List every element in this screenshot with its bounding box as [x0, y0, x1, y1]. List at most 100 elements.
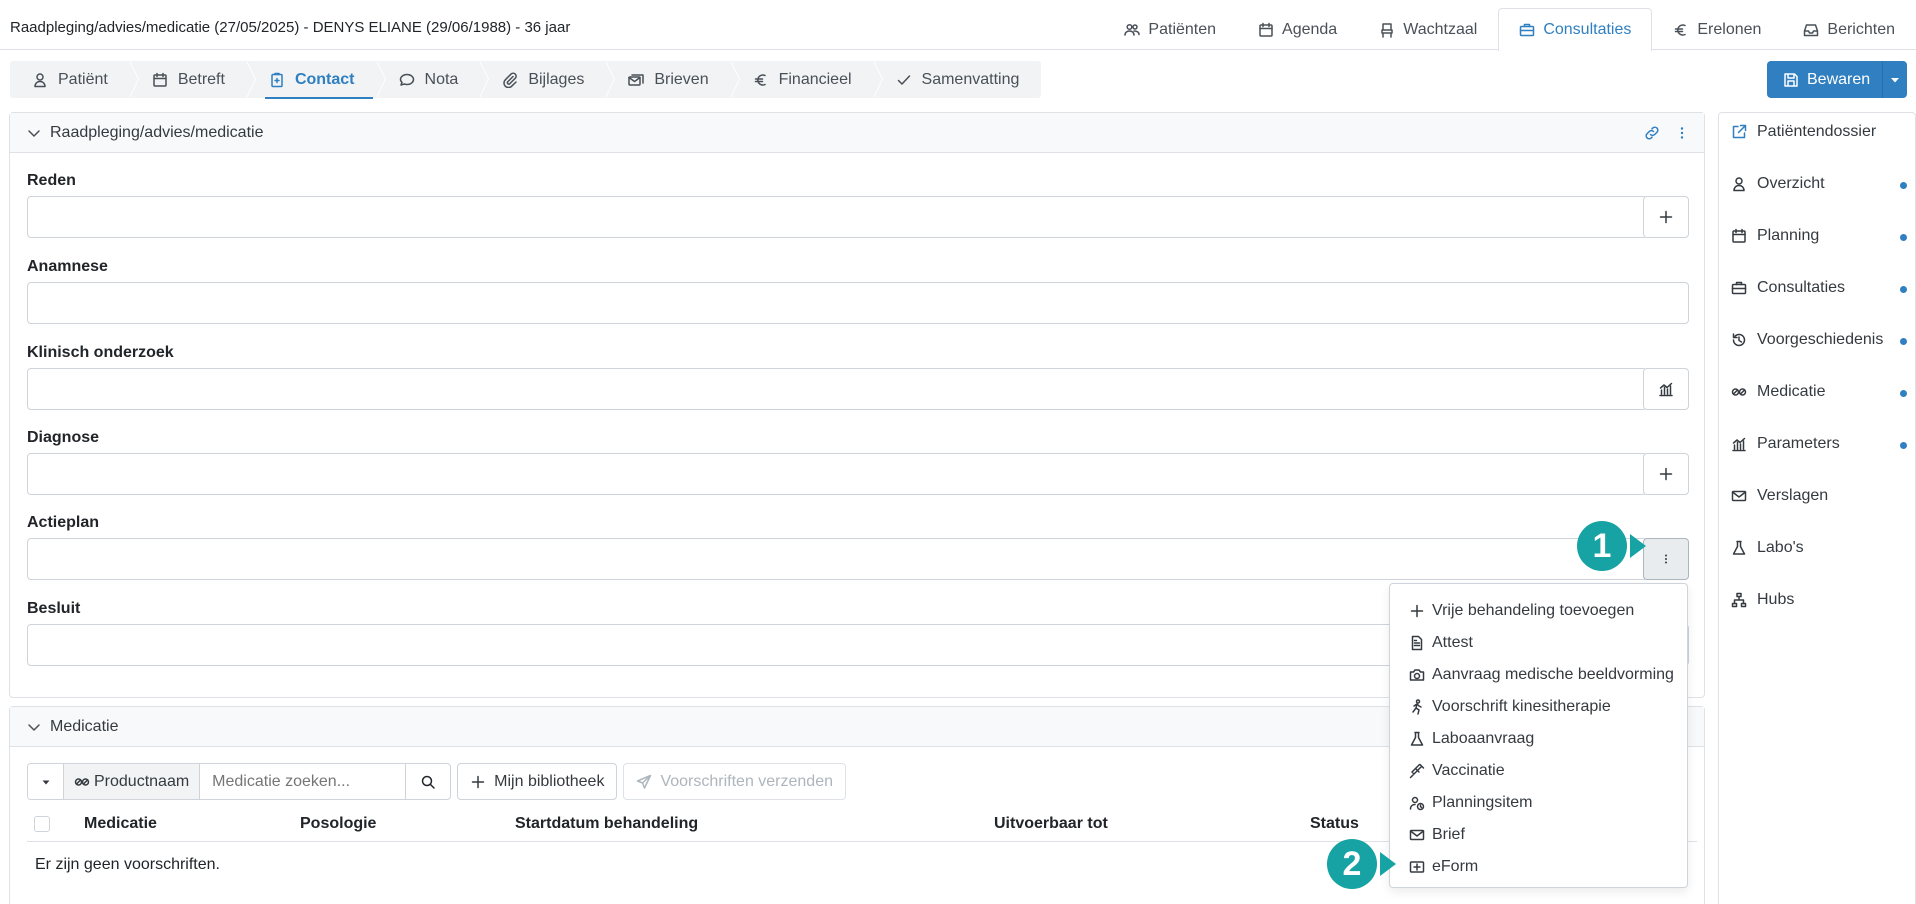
tab-nota[interactable]: Nota [377, 61, 490, 98]
sidebar-item-label: Planning [1757, 227, 1820, 244]
chevron-down-icon[interactable] [26, 719, 42, 735]
chart-icon [1658, 381, 1674, 397]
menu-item-beeldvorming[interactable]: Aanvraag medische beeldvorming [1390, 659, 1687, 691]
eform-icon [1409, 859, 1425, 875]
send-prescriptions-button[interactable]: Voorschriften verzenden [623, 763, 846, 800]
syringe-icon [1409, 763, 1425, 779]
nav-agenda[interactable]: Agenda [1237, 8, 1358, 50]
status-dot [1900, 390, 1907, 397]
productnaam-label: Productnaam [94, 772, 190, 790]
reden-add-button[interactable] [1643, 196, 1689, 238]
tab-financieel[interactable]: Financieel [731, 61, 883, 98]
sidebar-item-voorgeschiedenis[interactable]: Voorgeschiedenis [1731, 331, 1911, 349]
pills-icon [74, 774, 90, 790]
medication-search-input[interactable] [200, 764, 407, 799]
sidebar-item-consultaties[interactable]: Consultaties [1731, 279, 1911, 297]
nav-berichten[interactable]: Berichten [1782, 8, 1916, 50]
sidebar-item-overzicht[interactable]: Overzicht [1731, 175, 1911, 193]
sidebar-item-label: Patiëntendossier [1757, 123, 1877, 140]
hierarchy-icon [1731, 592, 1747, 608]
productnaam-selector[interactable]: Productnaam [64, 764, 201, 799]
sidebar-item-verslagen[interactable]: Verslagen [1731, 487, 1911, 505]
reden-label: Reden [27, 172, 76, 189]
link-icon[interactable] [1644, 125, 1660, 141]
document-icon [1409, 635, 1425, 651]
sidebar-item-label: Verslagen [1757, 487, 1829, 504]
menu-item-eform[interactable]: eForm [1390, 851, 1687, 883]
my-library-button[interactable]: Mijn bibliotheek [457, 763, 618, 800]
menu-item-label: Aanvraag medische beeldvorming [1432, 666, 1674, 683]
sidebar-item-hubs[interactable]: Hubs [1731, 591, 1911, 609]
briefcase-icon [1731, 280, 1747, 296]
more-vertical-icon[interactable] [1674, 125, 1690, 141]
calendar-icon [1731, 228, 1747, 244]
tab-patient[interactable]: Patiënt [10, 61, 139, 98]
save-button-group: Bewaren [1767, 61, 1908, 98]
sidebar-item-planning[interactable]: Planning [1731, 227, 1911, 245]
search-mode-toggle[interactable] [28, 764, 64, 799]
status-dot [1900, 182, 1907, 189]
sidebar-item-parameters[interactable]: Parameters [1731, 435, 1911, 453]
menu-item-label: Voorschrift kinesitherapie [1432, 698, 1611, 715]
nav-erelonen[interactable]: Erelonen [1652, 8, 1782, 50]
consult-panel-header[interactable]: Raadpleging/advies/medicatie [10, 113, 1704, 153]
status-dot [1900, 442, 1907, 449]
tab-label: Betreft [177, 70, 225, 88]
menu-item-kinesitherapie[interactable]: Voorschrift kinesitherapie [1390, 691, 1687, 723]
sidebar-item-labos[interactable]: Labo's [1731, 539, 1911, 557]
menu-item-laboaanvraag[interactable]: Laboaanvraag [1390, 723, 1687, 755]
my-library-label: Mijn bibliotheek [494, 772, 605, 790]
menu-item-vaccinatie[interactable]: Vaccinatie [1390, 755, 1687, 787]
menu-item-attest[interactable]: Attest [1390, 627, 1687, 659]
marker-1-pointer [1630, 534, 1646, 558]
menu-item-vrije-behandeling[interactable]: Vrije behandeling toevoegen [1390, 595, 1687, 627]
briefcase-icon [1519, 22, 1535, 38]
actieplan-label: Actieplan [27, 514, 100, 531]
check-icon [896, 72, 912, 88]
page-title: Raadpleging/advies/medicatie (27/05/2025… [10, 19, 571, 36]
chat-icon [399, 72, 415, 88]
pills-icon [1731, 384, 1747, 400]
tab-label: Contact [294, 70, 355, 88]
save-options-toggle[interactable] [1883, 61, 1907, 98]
chevron-down-icon[interactable] [26, 125, 42, 141]
medication-search-button[interactable] [406, 764, 450, 799]
save-button[interactable]: Bewaren [1767, 61, 1884, 98]
actieplan-menu-button[interactable] [1643, 538, 1689, 580]
menu-item-brief[interactable]: Brief [1390, 819, 1687, 851]
sidebar-item-patientendossier[interactable]: Patiëntendossier [1731, 123, 1911, 141]
menu-item-planningsitem[interactable]: Planningsitem [1390, 787, 1687, 819]
column-status: Status [1310, 815, 1359, 832]
diagnose-label: Diagnose [27, 429, 100, 446]
plus-icon [1658, 466, 1674, 482]
send-icon [636, 774, 652, 790]
anamnese-input[interactable] [27, 282, 1689, 324]
tab-brieven[interactable]: Brieven [606, 61, 740, 98]
select-all-checkbox[interactable] [34, 816, 50, 832]
tab-bijlages[interactable]: Bijlages [480, 61, 616, 98]
nav-wachtzaal[interactable]: Wachtzaal [1358, 8, 1498, 50]
medication-toolbar: Productnaam Mijn bibliotheek Voorschrift… [27, 763, 846, 800]
tab-contact[interactable]: Contact [247, 61, 386, 99]
sidebar-item-label: Overzicht [1757, 175, 1825, 192]
besluit-label: Besluit [27, 600, 81, 617]
diagnose-add-button[interactable] [1643, 453, 1689, 495]
diagnose-input[interactable] [27, 453, 1647, 495]
actieplan-input[interactable] [27, 538, 1647, 580]
reden-input[interactable] [27, 196, 1647, 238]
tab-label: Financieel [778, 70, 852, 88]
tab-label: Brieven [654, 70, 709, 88]
menu-item-label: Vaccinatie [1432, 762, 1505, 779]
tab-samenvatting[interactable]: Samenvatting [874, 61, 1042, 98]
nav-consultaties[interactable]: Consultaties [1498, 8, 1653, 51]
consultation-tabs: Patiënt Betreft Contact Nota Bijlages Br… [10, 61, 1042, 99]
camera-icon [1409, 667, 1425, 683]
nav-patienten[interactable]: Patiënten [1103, 8, 1237, 50]
parameters-button[interactable] [1643, 368, 1689, 410]
sidebar-item-medicatie[interactable]: Medicatie [1731, 383, 1911, 401]
person-icon [1731, 176, 1747, 192]
nav-label: Agenda [1282, 20, 1338, 38]
klinisch-onderzoek-input[interactable] [27, 368, 1647, 410]
envelope-icon [1409, 827, 1425, 843]
tab-betreft[interactable]: Betreft [130, 61, 257, 98]
